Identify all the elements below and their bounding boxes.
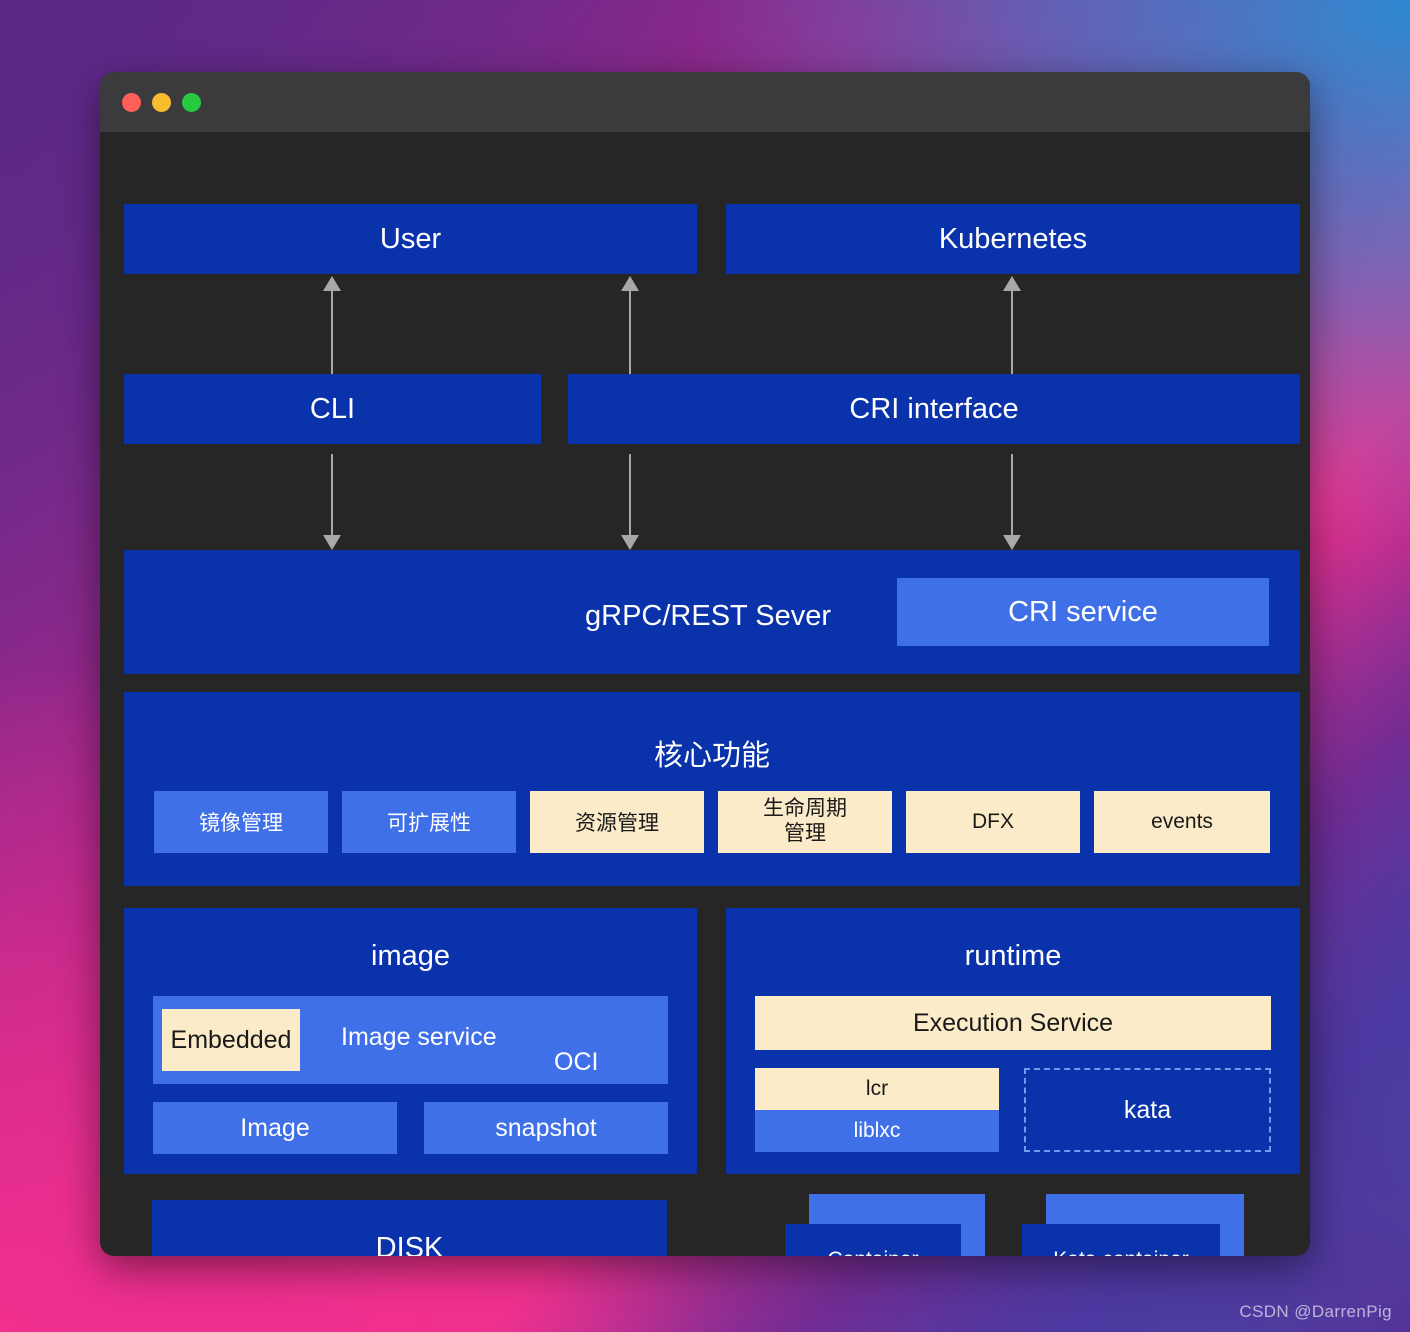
node-embedded-label: Embedded xyxy=(170,1025,292,1054)
node-kata-container-label: Kata container xyxy=(1053,1248,1188,1256)
minimize-icon[interactable] xyxy=(152,92,171,112)
arrow-cli-to-user xyxy=(323,276,341,374)
node-lcr[interactable]: lcr xyxy=(755,1068,999,1110)
window-titlebar xyxy=(100,72,1310,132)
arrow-cri-to-kubernetes xyxy=(1003,276,1021,374)
node-image[interactable]: Image xyxy=(153,1102,397,1154)
node-cri-interface-label: CRI interface xyxy=(849,392,1019,425)
node-cli-label: CLI xyxy=(309,392,356,425)
group-core-functions: 核心功能 镜像管理 可扩展性 资源管理 生命周期 管理 DFX events xyxy=(124,692,1300,886)
app-window: User Kubernetes CLI CRI interface gRPC/R… xyxy=(100,72,1310,1256)
node-liblxc-label: liblxc xyxy=(853,1119,901,1142)
node-snapshot-label: snapshot xyxy=(495,1113,597,1142)
core-item-dfx-label: DFX xyxy=(972,810,1014,833)
group-image: image Embedded Image service OCI Image s… xyxy=(124,908,697,1174)
node-grpc-rest-server-label: gRPC/REST Sever xyxy=(585,600,832,632)
arrow-cli-to-server xyxy=(323,454,341,550)
group-runtime-title: runtime xyxy=(964,940,1062,972)
node-embedded[interactable]: Embedded xyxy=(162,1009,300,1071)
kata-container-front-plate[interactable]: Kata container xyxy=(1022,1224,1220,1256)
node-execution-service[interactable]: Execution Service xyxy=(755,996,1271,1050)
core-item-resource-management-label: 资源管理 xyxy=(575,812,659,835)
core-item-extensibility[interactable]: 可扩展性 xyxy=(342,791,516,853)
diagram-canvas: User Kubernetes CLI CRI interface gRPC/R… xyxy=(100,132,1310,1256)
core-item-extensibility-label: 可扩展性 xyxy=(387,812,471,835)
arrow-cri-to-cri-service xyxy=(1003,454,1021,550)
node-image-service-band[interactable]: Embedded Image service OCI xyxy=(153,996,668,1084)
node-cri-interface[interactable]: CRI interface xyxy=(568,374,1300,444)
node-kata-container-stack[interactable]: Kata container xyxy=(1022,1194,1246,1256)
core-item-resource-management[interactable]: 资源管理 xyxy=(530,791,704,853)
arrow-cri-to-server xyxy=(621,454,639,550)
node-image-label: Image xyxy=(240,1113,310,1142)
node-cri-service[interactable]: CRI service xyxy=(897,578,1269,646)
group-core-functions-title: 核心功能 xyxy=(653,740,770,772)
node-kata-label: kata xyxy=(1123,1095,1172,1124)
core-item-events[interactable]: events xyxy=(1094,791,1270,853)
node-container-stack[interactable]: Container xyxy=(785,1194,985,1256)
node-disk[interactable]: DISK xyxy=(152,1200,667,1256)
core-item-events-label: events xyxy=(1151,810,1213,833)
node-kata[interactable]: kata xyxy=(1024,1068,1271,1152)
core-item-image-management[interactable]: 镜像管理 xyxy=(154,791,328,853)
core-item-dfx[interactable]: DFX xyxy=(906,791,1080,853)
node-lcr-label: lcr xyxy=(865,1077,889,1100)
node-disk-label: DISK xyxy=(375,1231,444,1257)
group-runtime: runtime Execution Service lcr liblxc kat… xyxy=(726,908,1300,1174)
close-icon[interactable] xyxy=(122,92,141,112)
core-item-lifecycle-management-label-line1: 生命周期 xyxy=(763,797,847,821)
zoom-icon[interactable] xyxy=(182,92,201,112)
group-image-title: image xyxy=(371,940,450,972)
node-execution-service-label: Execution Service xyxy=(912,1008,1114,1037)
core-item-lifecycle-management[interactable]: 生命周期 管理 xyxy=(718,791,892,853)
node-cri-service-label: CRI service xyxy=(1008,595,1158,628)
node-kubernetes-label: Kubernetes xyxy=(938,222,1088,255)
container-front-plate[interactable]: Container xyxy=(785,1224,961,1256)
arrow-cri-to-user xyxy=(621,276,639,374)
node-kubernetes[interactable]: Kubernetes xyxy=(726,204,1300,274)
node-oci-label: OCI xyxy=(554,1048,599,1076)
node-user[interactable]: User xyxy=(124,204,697,274)
node-snapshot[interactable]: snapshot xyxy=(424,1102,668,1154)
node-cli[interactable]: CLI xyxy=(124,374,541,444)
node-grpc-rest-server[interactable]: gRPC/REST Sever CRI service xyxy=(124,550,1300,674)
core-item-lifecycle-management-label-line2: 管理 xyxy=(784,822,826,845)
node-image-service-label: Image service xyxy=(341,1023,497,1051)
node-user-label: User xyxy=(379,222,442,255)
node-liblxc[interactable]: liblxc xyxy=(755,1110,999,1152)
node-container-label: Container xyxy=(827,1248,918,1256)
core-item-image-management-label: 镜像管理 xyxy=(199,812,283,835)
watermark: CSDN @DarrenPig xyxy=(1239,1302,1392,1321)
